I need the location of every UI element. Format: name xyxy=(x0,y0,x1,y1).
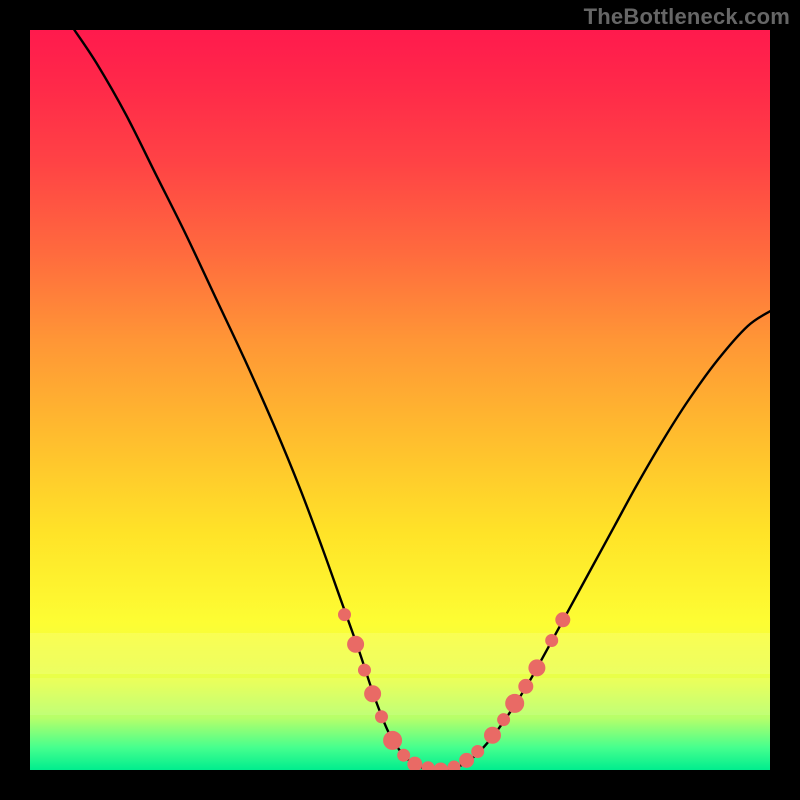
watermark-text: TheBottleneck.com xyxy=(584,4,790,30)
data-marker xyxy=(376,711,388,723)
data-marker xyxy=(348,636,364,652)
data-marker xyxy=(384,731,402,749)
data-marker xyxy=(408,757,422,770)
data-marker xyxy=(460,753,474,767)
data-marker xyxy=(434,763,448,770)
bottleneck-curve xyxy=(74,30,770,770)
data-marker xyxy=(365,686,381,702)
data-marker xyxy=(448,761,460,770)
data-marker xyxy=(519,679,533,693)
data-marker xyxy=(529,660,545,676)
data-marker xyxy=(339,609,351,621)
data-marker xyxy=(358,664,370,676)
chart-svg xyxy=(30,30,770,770)
data-marker xyxy=(485,727,501,743)
data-marker xyxy=(556,613,570,627)
plot-area xyxy=(30,30,770,770)
data-markers xyxy=(339,609,570,770)
data-marker xyxy=(398,749,410,761)
data-marker xyxy=(498,714,510,726)
data-marker xyxy=(422,762,434,770)
data-marker xyxy=(546,635,558,647)
data-marker xyxy=(472,746,484,758)
data-marker xyxy=(506,694,524,712)
